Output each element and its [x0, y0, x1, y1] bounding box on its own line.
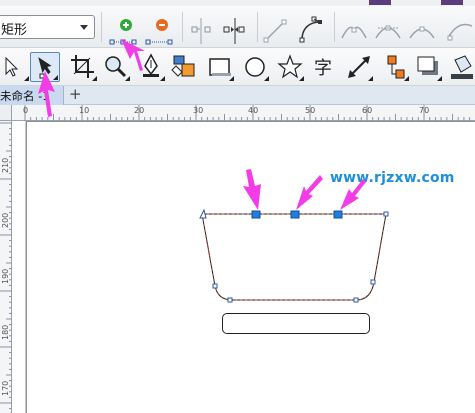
- canvas-overlay: [38, 39, 389, 303]
- selected-node[interactable]: [290, 210, 300, 219]
- annotation-arrow: [243, 169, 261, 210]
- annotation-arrow: [121, 39, 145, 71]
- shape-node[interactable]: [370, 279, 376, 285]
- selected-node[interactable]: [333, 210, 343, 219]
- shape-node[interactable]: [227, 297, 233, 303]
- annotation-arrow: [296, 175, 323, 210]
- selected-node[interactable]: [251, 210, 261, 219]
- start-node[interactable]: [199, 208, 207, 219]
- shape-node[interactable]: [383, 211, 389, 217]
- annotation-arrow: [340, 179, 366, 210]
- annotation-arrows: [38, 39, 366, 210]
- shape-node[interactable]: [212, 283, 218, 289]
- trapezoid-shape-outline-dash: [201, 213, 387, 301]
- shape-node[interactable]: [353, 297, 359, 303]
- trapezoid-shape[interactable]: [201, 213, 387, 301]
- annotation-arrow: [38, 71, 55, 117]
